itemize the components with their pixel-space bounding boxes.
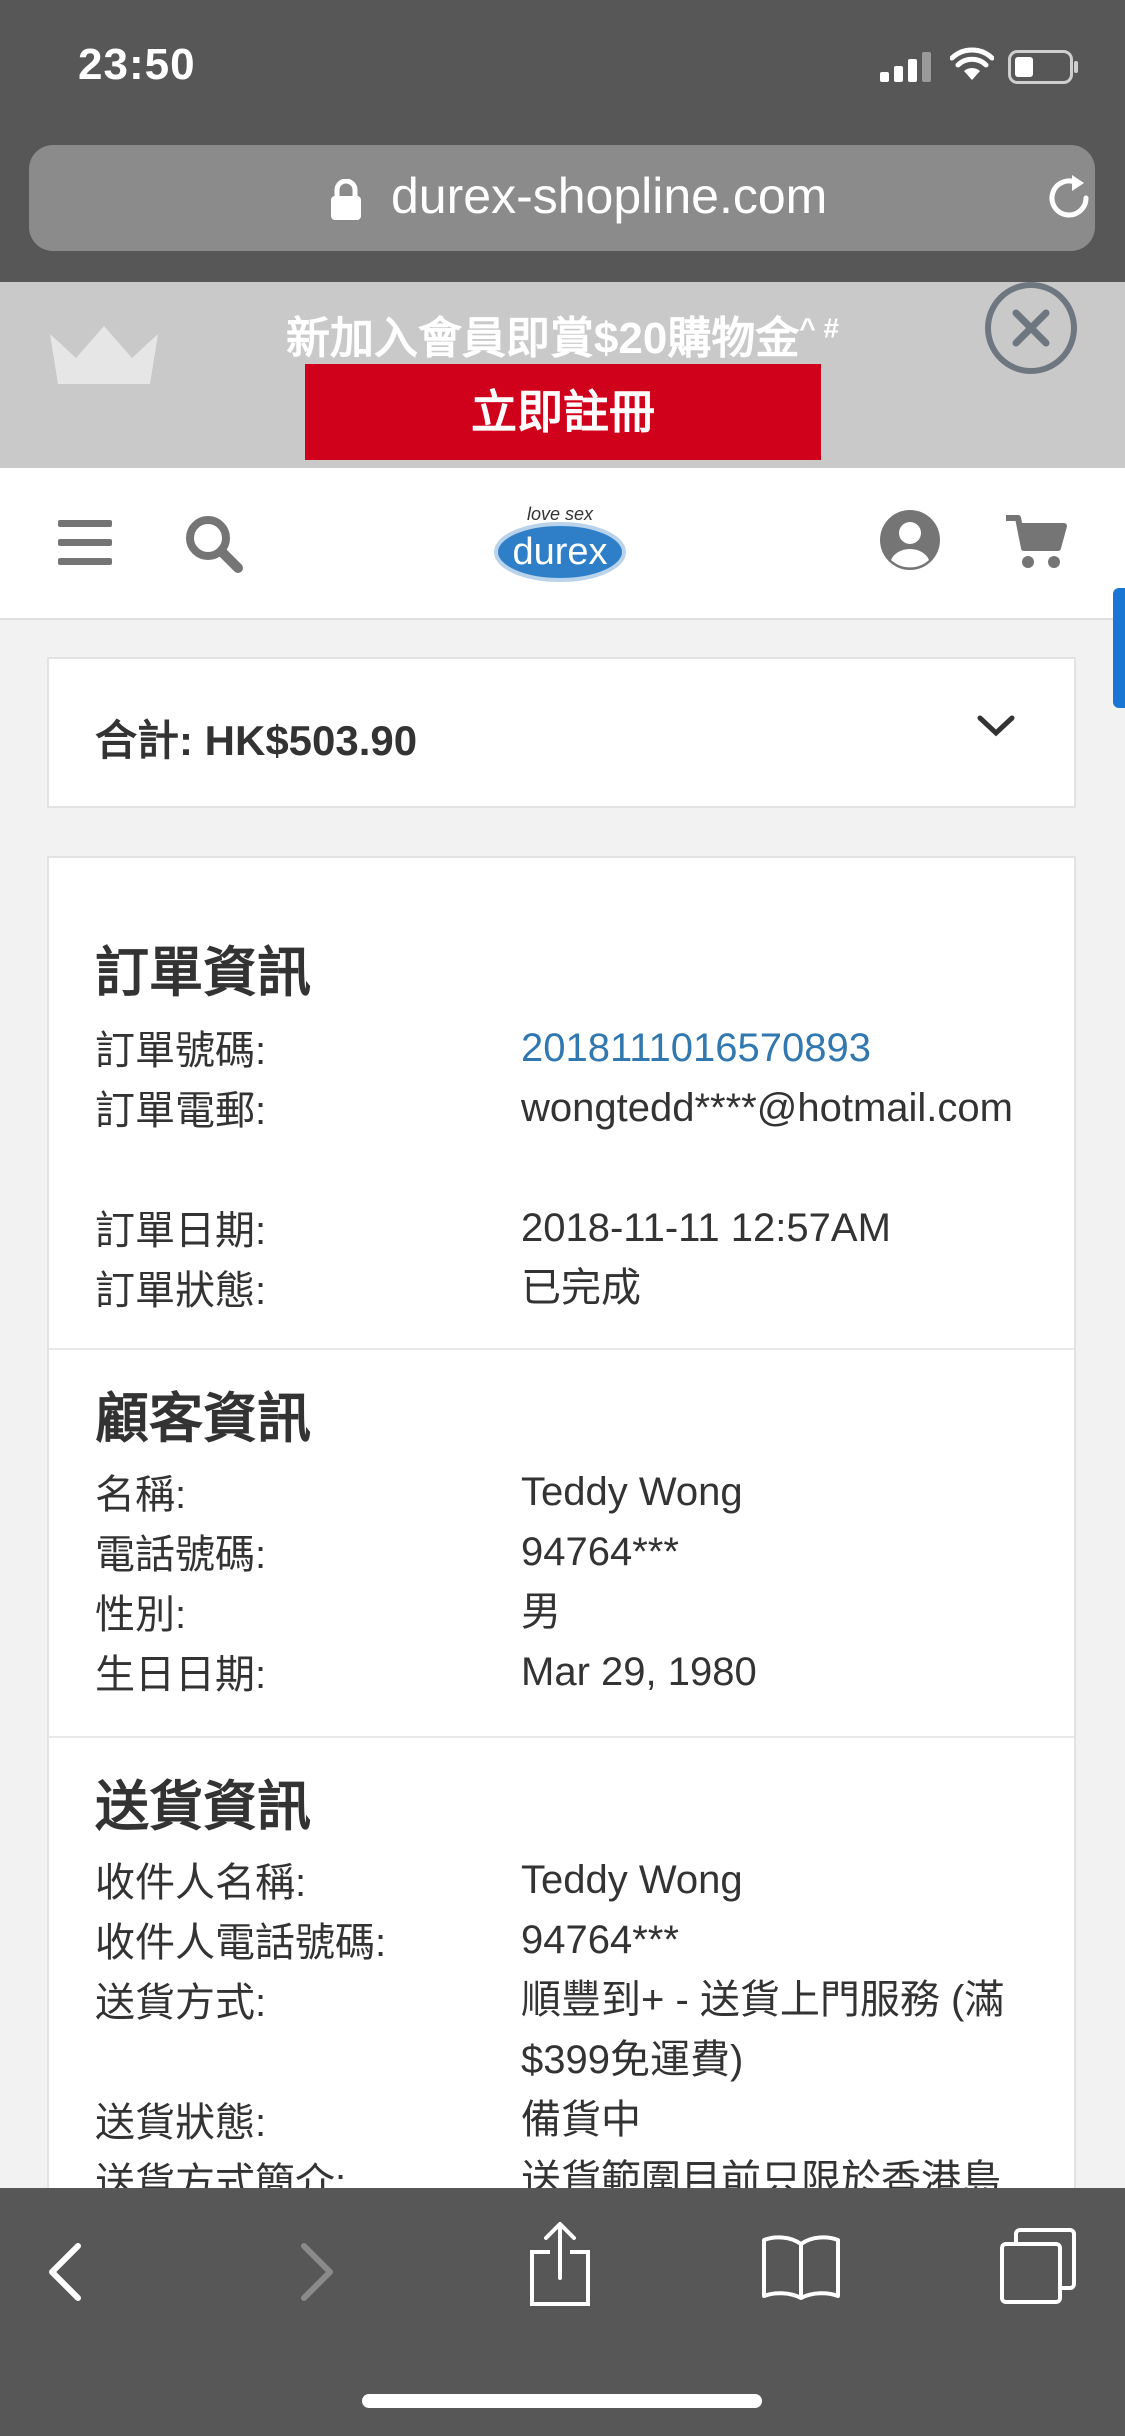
info-value: Teddy Wong	[521, 1858, 743, 1902]
info-value: 94764***	[521, 1918, 679, 1962]
info-label: 訂單電郵:	[95, 1089, 267, 1133]
close-icon[interactable]	[982, 282, 1080, 380]
info-value: 2018-11-11 12:57AM	[521, 1206, 891, 1250]
info-value: 男	[521, 1590, 561, 1634]
order-total: 合計: HK$503.90	[95, 717, 418, 764]
info-label: 名稱:	[95, 1473, 187, 1517]
site-header: love sex durex	[0, 468, 1125, 620]
order-number-link[interactable]: 2018111016570893	[521, 1018, 1041, 1078]
durex-logo[interactable]: love sex durex	[490, 490, 630, 595]
wifi-icon	[950, 47, 994, 80]
info-value: 已完成	[521, 1266, 641, 1310]
info-label: 訂單日期:	[95, 1209, 267, 1253]
status-bar: 23:50	[0, 0, 1125, 130]
info-value: Teddy Wong	[521, 1470, 743, 1514]
order-details-card: 訂單資訊 訂單號碼: 2018111016570893 訂單電郵: wongte…	[47, 856, 1076, 2256]
search-icon[interactable]	[184, 514, 244, 574]
info-label: 訂單狀態:	[95, 1269, 267, 1313]
order-info-section: 訂單資訊 訂單號碼: 2018111016570893 訂單電郵: wongte…	[49, 858, 1074, 1348]
info-value: 94764***	[521, 1530, 679, 1574]
promo-superscript: ^ #	[799, 312, 840, 344]
cart-icon[interactable]	[1004, 512, 1068, 570]
share-icon[interactable]	[528, 2222, 592, 2308]
info-label: 收件人電話號碼:	[95, 1921, 387, 1965]
section-title: 訂單資訊	[95, 943, 311, 1003]
info-value: wongtedd****@hotmail.com	[521, 1086, 1013, 1130]
url-text: durex-shopline.com	[391, 168, 828, 224]
logo-tagline: love sex	[527, 504, 594, 524]
forward-icon[interactable]	[296, 2242, 336, 2302]
browser-address-area: durex-shopline.com	[0, 130, 1125, 282]
home-indicator	[362, 2394, 762, 2408]
logo-brand: durex	[512, 531, 607, 573]
tabs-icon[interactable]	[998, 2226, 1078, 2306]
section-title: 顧客資訊	[95, 1389, 311, 1449]
info-label: 收件人名稱:	[95, 1861, 307, 1905]
address-bar[interactable]: durex-shopline.com	[29, 145, 1095, 251]
info-label: 性別:	[95, 1593, 187, 1637]
menu-icon[interactable]	[58, 518, 112, 568]
account-icon[interactable]	[878, 508, 942, 572]
info-label: 電話號碼:	[95, 1533, 267, 1577]
cellular-signal-icon	[880, 52, 931, 82]
promo-text: 新加入會員即賞$20購物金^ #	[0, 302, 1125, 366]
info-value: 順豐到+ - 送貨上門服務 (滿$399免運費)	[521, 1978, 1005, 2082]
lock-icon	[331, 179, 361, 220]
promo-banner: 新加入會員即賞$20購物金^ # 立即註冊	[0, 282, 1125, 468]
order-total-card[interactable]: 合計: HK$503.90	[47, 657, 1076, 808]
section-title: 送貨資訊	[95, 1777, 311, 1837]
info-value: Mar 29, 1980	[521, 1650, 757, 1694]
chevron-down-icon[interactable]	[977, 714, 1015, 738]
battery-icon	[1008, 50, 1078, 84]
back-icon[interactable]	[46, 2242, 86, 2302]
promo-headline: 新加入會員即賞$20購物金	[285, 314, 800, 363]
bookmarks-icon[interactable]	[760, 2234, 842, 2300]
info-value: 備貨中	[521, 2098, 641, 2142]
info-label: 訂單號碼:	[95, 1029, 267, 1073]
side-feedback-tab[interactable]	[1113, 588, 1125, 708]
info-label: 送貨狀態:	[95, 2101, 267, 2145]
status-time: 23:50	[78, 40, 196, 89]
info-label: 送貨方式:	[95, 1981, 267, 2025]
reload-icon[interactable]	[1044, 173, 1094, 223]
register-button[interactable]: 立即註冊	[305, 364, 821, 460]
info-label: 生日日期:	[95, 1653, 267, 1697]
delivery-info-section: 送貨資訊 收件人名稱: Teddy Wong 收件人電話號碼: 94764***…	[49, 1736, 1074, 2258]
customer-info-section: 顧客資訊 名稱: Teddy Wong 電話號碼: 94764*** 性別: 男…	[49, 1348, 1074, 1738]
